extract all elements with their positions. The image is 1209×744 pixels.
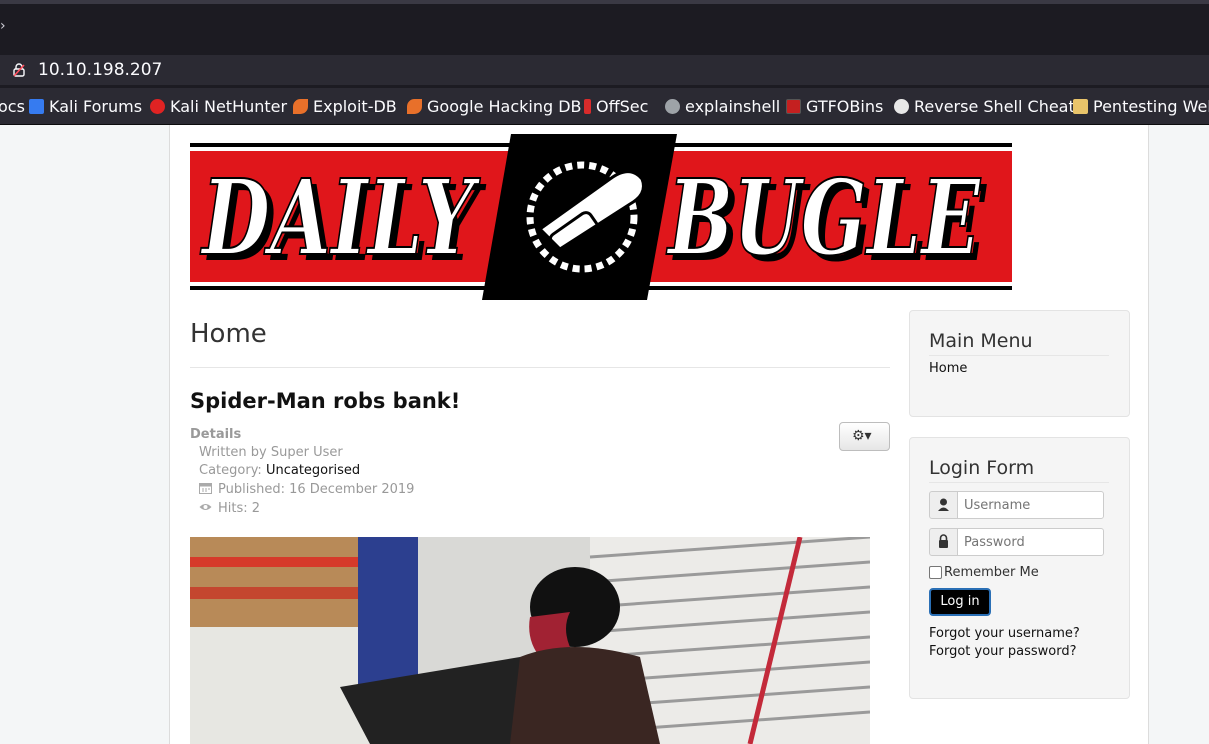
category-link[interactable]: Uncategorised — [266, 463, 360, 478]
tabstrip-top-border — [0, 0, 1209, 4]
main-menu-module: Main Menu Home — [909, 310, 1130, 417]
hits-count: Hits: 2 — [218, 501, 261, 516]
bookmark-gtfobins[interactable]: GTFOBins — [786, 97, 883, 117]
article-hits: Hits: 2 — [199, 501, 260, 516]
remember-me-checkbox[interactable] — [929, 566, 942, 579]
bookmark-kali-forums[interactable]: Kali Forums — [29, 97, 142, 117]
category-label: Category: — [199, 463, 266, 478]
url-bar[interactable]: 10.10.198.207 — [0, 55, 1209, 85]
github-icon — [894, 99, 909, 114]
published-date: Published: 16 December 2019 — [218, 482, 415, 497]
bookmark-label: Kali NetHunter — [170, 97, 288, 116]
bookmark-label: Pentesting Web — [1093, 97, 1209, 116]
bookmark-pentesting-web[interactable]: Pentesting Web — [1073, 97, 1209, 117]
ghdb-icon — [407, 99, 422, 114]
eye-icon — [199, 504, 212, 510]
module-divider — [929, 355, 1109, 356]
robbery-photo — [190, 537, 870, 744]
login-form-module: Login Form Remember Me Log in Forgot you… — [909, 437, 1130, 699]
username-input[interactable] — [957, 491, 1104, 519]
user-icon — [929, 491, 958, 519]
logo-word-daily: DAILY — [200, 156, 481, 279]
bookmark-label: Reverse Shell Cheat — [914, 97, 1075, 116]
bookmark-label: Kali Forums — [49, 97, 143, 116]
bookmark-docs[interactable]: ocs — [0, 97, 25, 117]
password-group — [929, 528, 1104, 556]
article-image — [190, 537, 870, 744]
lock-warning-icon[interactable] — [12, 63, 26, 77]
bookmark-explainshell[interactable]: explainshell — [665, 97, 780, 117]
bookmark-reverse-shell-cheat[interactable]: Reverse Shell Cheat — [894, 97, 1075, 117]
daily-bugle-logo[interactable]: DAILY DAILY BUGLE BUGLE — [190, 134, 1012, 300]
title-divider — [190, 367, 890, 368]
menu-item-home[interactable]: Home — [929, 361, 967, 376]
bookmarks-toolbar: ocs Kali Forums Kali NetHunter Exploit-D… — [0, 88, 1209, 125]
remember-me-label: Remember Me — [944, 565, 1039, 580]
tab-fragment[interactable]: › — [0, 18, 6, 34]
article-title[interactable]: Spider-Man robs bank! — [190, 389, 460, 413]
explainshell-icon — [665, 99, 680, 114]
lock-icon — [929, 528, 958, 556]
password-input[interactable] — [957, 528, 1104, 556]
gtfobins-icon — [786, 99, 801, 114]
bookmark-offsec[interactable]: OffSec — [584, 97, 648, 117]
main-menu-title: Main Menu — [929, 330, 1033, 352]
logo-word-bugle: BUGLE — [666, 156, 982, 279]
remember-me[interactable]: Remember Me — [929, 565, 1039, 580]
bookmark-label: Google Hacking DB — [427, 97, 582, 116]
article-tools-button[interactable]: ⚙▾ — [839, 422, 890, 451]
kali-forums-icon — [29, 99, 44, 114]
bookmark-label: ocs — [0, 97, 25, 116]
browser-navbar: 10.10.198.207 — [0, 52, 1209, 88]
module-divider — [929, 482, 1109, 483]
bookmark-kali-nethunter[interactable]: Kali NetHunter — [150, 97, 287, 117]
article-published: Published: 16 December 2019 — [199, 482, 414, 497]
details-label: Details — [190, 427, 242, 442]
browser-tabstrip: › — [0, 0, 1209, 52]
forgot-password-link[interactable]: Forgot your password? — [929, 644, 1077, 659]
login-button[interactable]: Log in — [929, 588, 991, 616]
bookmark-label: explainshell — [685, 97, 781, 116]
login-form-title: Login Form — [929, 457, 1035, 479]
calendar-icon — [199, 483, 212, 494]
gear-icon: ⚙▾ — [852, 428, 872, 444]
nethunter-icon — [150, 99, 165, 114]
url-text[interactable]: 10.10.198.207 — [38, 60, 162, 80]
bookmark-label: GTFOBins — [806, 97, 884, 116]
page-container: DAILY DAILY BUGLE BUGLE Home Spider-Man … — [169, 125, 1149, 744]
username-group — [929, 491, 1104, 519]
bookmark-label: Exploit-DB — [313, 97, 397, 116]
offsec-icon — [584, 99, 591, 114]
bookmark-exploit-db[interactable]: Exploit-DB — [293, 97, 397, 117]
exploit-db-icon — [293, 99, 308, 114]
bookmark-label: OffSec — [596, 97, 649, 116]
article-author: Written by Super User — [199, 445, 343, 460]
forgot-username-link[interactable]: Forgot your username? — [929, 626, 1080, 641]
bookmark-google-hacking-db[interactable]: Google Hacking DB — [407, 97, 582, 117]
pentesting-web-icon — [1073, 99, 1088, 114]
article-category: Category: Uncategorised — [199, 463, 360, 478]
page-title: Home — [190, 319, 267, 349]
